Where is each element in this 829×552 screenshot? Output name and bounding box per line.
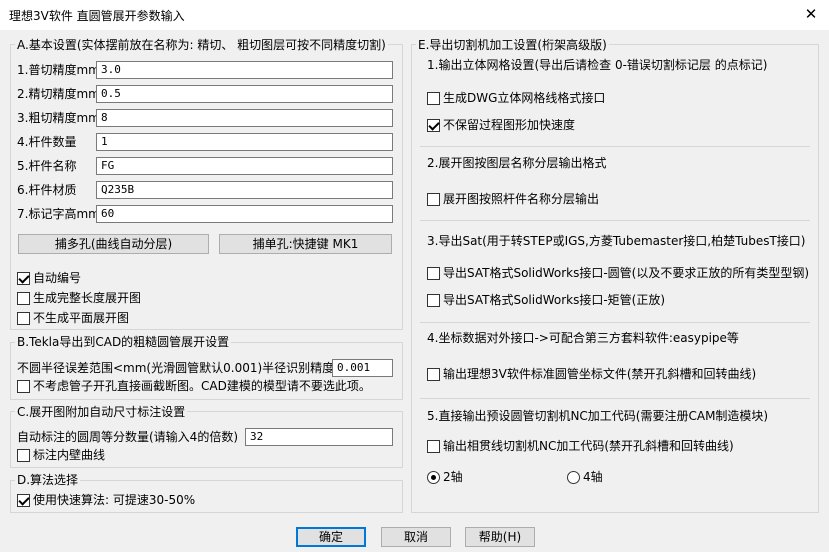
text-height-input[interactable]: 60 [96,205,393,223]
inner-wall-label: 标注内壁曲线 [33,448,106,462]
dwg-mesh-label: 生成DWG立体网格线格式接口 [443,91,606,105]
full-length-label: 生成完整长度展开图 [33,291,142,305]
no-flat-label: 不生成平面展开图 [33,311,130,325]
full-length-checkbox[interactable] [17,292,30,305]
no-keep-process-checkbox[interactable] [427,119,440,132]
close-icon[interactable]: ✕ [798,3,824,25]
tolerance-input[interactable]: 0.001 [332,359,393,377]
normal-precision-input[interactable]: 3.0 [96,61,393,79]
nc-code-checkbox[interactable] [427,440,440,453]
field-label-fine-precision: 2.精切精度mm [17,87,100,101]
fast-algorithm-label: 使用快速算法: 可提速30-50% [33,493,196,507]
sat-round-tube-checkbox[interactable] [427,267,440,280]
nc-code-label: 输出相贯线切割机NC加工代码(禁开孔斜槽和回转曲线) [443,439,734,453]
section-coord-title: 4.坐标数据对外接口->可配合第三方套料软件:easypipe等 [427,331,739,345]
coord-file-checkbox[interactable] [427,368,440,381]
fast-algorithm-checkbox[interactable] [17,494,30,507]
help-button[interactable]: 帮助(H) [465,527,535,547]
axis-4-radio[interactable] [567,471,580,484]
field-label-quantity: 4.杆件数量 [17,135,77,149]
field-label-member-name: 5.杆件名称 [17,159,77,173]
auto-number-checkbox[interactable] [17,272,30,285]
division-input[interactable]: 32 [245,428,393,446]
inner-wall-checkbox[interactable] [17,449,30,462]
quantity-input[interactable]: 1 [96,133,393,151]
group-tekla-title: B.Tekla导出到CAD的粗糙圆管展开设置 [15,335,232,349]
separator [420,146,810,147]
auto-number-label: 自动编号 [33,271,82,285]
no-flat-checkbox[interactable] [17,312,30,325]
cancel-button[interactable]: 取消 [381,527,451,547]
coord-file-label: 输出理想3V软件标准圆管坐标文件(禁开孔斜槽和回转曲线) [443,367,757,381]
group-basic-settings-title: A.基本设置(实体摆前放在名称为: 精切、 粗切图层可按不同精度切割) [15,38,388,52]
separator [420,398,810,399]
member-name-input[interactable]: FG [96,157,393,175]
capture-single-hole-button[interactable]: 捕单孔:快捷键 MK1 [219,234,392,254]
layer-by-name-label: 展开图按照杆件名称分层输出 [443,192,600,206]
dwg-mesh-checkbox[interactable] [427,92,440,105]
fine-precision-input[interactable]: 0.5 [96,85,393,103]
title-bar: 理想3V软件 直圆管展开参数输入 ✕ [0,0,829,30]
axis-4-label: 4轴 [583,470,603,484]
ignore-holes-label: 不考虑管子开孔直接画截断图。CAD建模的模型请不要选此项。 [33,379,371,393]
group-algorithm-title: D.算法选择 [15,473,81,487]
division-label: 自动标注的圆周等分数量(请输入4的倍数) [17,430,238,444]
sat-round-tube-label: 导出SAT格式SolidWorks接口-圆管(以及不要求正放的所有类型型钢) [443,266,810,280]
group-dimension-title: C.展开图附加自动尺寸标注设置 [15,405,188,419]
field-label-rough-precision: 3.粗切精度mm [17,111,100,125]
tolerance-label: 不圆半径误差范围<mm(光滑圆管默认0.001)半径识别精度: [17,361,339,375]
capture-multi-hole-button[interactable]: 捕多孔(曲线自动分层) [18,234,209,254]
section-sat-title: 3.导出Sat(用于转STEP或IGS,方菱Tubemaster接口,柏楚Tub… [427,234,806,248]
sat-rect-tube-label: 导出SAT格式SolidWorks接口-矩管(正放) [443,293,666,307]
section-mesh-title: 1.输出立体网格设置(导出后请检查 0-错误切割标记层 的点标记) [427,58,768,72]
separator [420,220,810,221]
field-label-normal-precision: 1.普切精度mm [17,63,100,77]
section-nc-title: 5.直接输出预设圆管切割机NC加工代码(需要注册CAM制造模块) [427,409,769,423]
material-input[interactable]: Q235B [96,181,393,199]
field-label-text-height: 7.标记字高mm [17,207,100,221]
axis-2-radio[interactable] [427,471,440,484]
window-title: 理想3V软件 直圆管展开参数输入 [9,9,185,23]
field-label-material: 6.杆件材质 [17,183,77,197]
ignore-holes-checkbox[interactable] [17,380,30,393]
rough-precision-input[interactable]: 8 [96,109,393,127]
ok-button[interactable]: 确定 [296,527,366,547]
separator [420,322,810,323]
layer-by-name-checkbox[interactable] [427,193,440,206]
axis-2-label: 2轴 [443,470,463,484]
section-layer-title: 2.展开图按图层名称分层输出格式 [427,156,607,170]
no-keep-process-label: 不保留过程图形加快速度 [443,118,576,132]
group-export-title: E.导出切割机加工设置(桁架高级版) [416,38,609,52]
sat-rect-tube-checkbox[interactable] [427,294,440,307]
